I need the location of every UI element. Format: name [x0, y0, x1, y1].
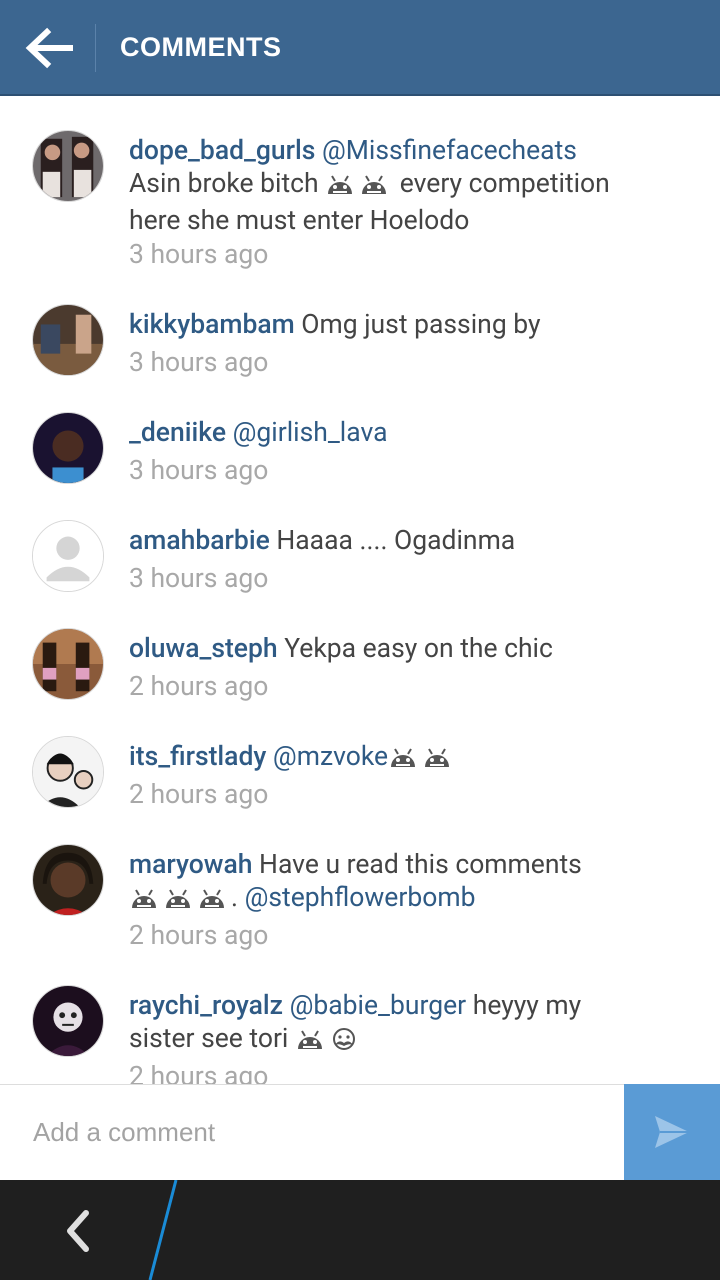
- comment-mention[interactable]: @girlish_lava: [226, 417, 388, 448]
- comment-username[interactable]: dope_bad_gurls: [129, 135, 315, 166]
- comment-timestamp: 2 hours ago: [129, 671, 269, 702]
- top-bar: COMMENTS: [0, 0, 720, 96]
- comment-username[interactable]: raychi_royalz: [129, 990, 283, 1021]
- comments-list[interactable]: dope_bad_gurls @Missfinefacecheats Asin …: [0, 96, 720, 1084]
- comment-text: amahbarbie Haaaa .... Ogadinma: [129, 524, 689, 557]
- comment-username[interactable]: kikkybambam: [129, 309, 295, 340]
- comment-body: Have u read this comments: [252, 849, 582, 880]
- system-nav-bar: [0, 1180, 720, 1280]
- android-face-emoji-icon: [422, 744, 452, 777]
- comment-username[interactable]: maryowah: [129, 849, 252, 880]
- comment-body: Asin broke bitch: [129, 168, 319, 199]
- comment-mention[interactable]: @stephflowerbomb: [245, 882, 476, 913]
- android-face-emoji-icon: [359, 171, 389, 204]
- header-divider: [95, 24, 96, 72]
- comment-mention[interactable]: @Missfinefacecheats: [322, 135, 577, 166]
- comment-body: .: [231, 882, 245, 913]
- comment-body: Omg just passing by: [294, 309, 541, 340]
- comment-body: sister see tori: [129, 1023, 289, 1054]
- comment-text: _deniike @girlish_lava: [129, 416, 689, 449]
- back-button[interactable]: [20, 22, 76, 74]
- comment-text: dope_bad_gurls @Missfinefacecheats Asin …: [129, 134, 689, 237]
- comment-text: kikkybambam Omg just passing by: [129, 308, 689, 341]
- comment-timestamp: 3 hours ago: [129, 239, 269, 270]
- avatar[interactable]: [32, 628, 104, 700]
- android-face-emoji-icon: [163, 885, 193, 918]
- comment-composer: [0, 1084, 720, 1180]
- comment-body: here she must enter Hoelodo: [129, 205, 470, 236]
- avatar[interactable]: [32, 130, 104, 202]
- comment-body: Yekpa easy on the chic: [277, 633, 553, 664]
- android-face-emoji-icon: [295, 1026, 325, 1059]
- comment-text: maryowah Have u read this comments . @st…: [129, 848, 689, 918]
- comment-body: heyyy my: [466, 990, 582, 1021]
- android-face-emoji-icon: [197, 885, 227, 918]
- comment-body: every competition: [393, 168, 610, 199]
- android-face-emoji-icon: [325, 171, 355, 204]
- comment-username[interactable]: its_firstlady: [129, 741, 266, 772]
- android-face-emoji-icon: [129, 885, 159, 918]
- android-mustache-emoji-icon: [329, 1026, 359, 1059]
- avatar[interactable]: [32, 304, 104, 376]
- comment-timestamp: 2 hours ago: [129, 920, 269, 951]
- avatar-placeholder[interactable]: [32, 520, 104, 592]
- comment-timestamp: 3 hours ago: [129, 455, 269, 486]
- avatar[interactable]: [32, 736, 104, 808]
- android-face-emoji-icon: [388, 744, 418, 777]
- back-arrow-icon: [25, 27, 73, 69]
- page-title: COMMENTS: [120, 32, 282, 62]
- chevron-left-icon: [67, 1210, 89, 1252]
- system-back-button[interactable]: [40, 1195, 110, 1265]
- comment-timestamp: 2 hours ago: [129, 779, 269, 810]
- send-icon: [655, 1116, 689, 1148]
- send-button[interactable]: [624, 1084, 720, 1180]
- comment-timestamp: 3 hours ago: [129, 347, 269, 378]
- default-user-icon: [33, 521, 103, 591]
- comment-input[interactable]: [0, 1085, 624, 1179]
- comment-username[interactable]: oluwa_steph: [129, 633, 278, 664]
- comment-text: raychi_royalz @babie_burger heyyy my sis…: [129, 989, 689, 1059]
- avatar[interactable]: [32, 985, 104, 1057]
- comment-timestamp: 2 hours ago: [129, 1061, 269, 1084]
- comment-body: Haaaa .... Ogadinma: [269, 525, 516, 556]
- avatar[interactable]: [32, 844, 104, 916]
- avatar[interactable]: [32, 412, 104, 484]
- comment-text: its_firstlady @mzvoke: [129, 740, 689, 777]
- comment-username[interactable]: amahbarbie: [129, 525, 270, 556]
- comment-mention[interactable]: @babie_burger: [283, 990, 467, 1021]
- comment-mention[interactable]: @mzvoke: [266, 741, 388, 772]
- comment-username[interactable]: _deniike: [129, 417, 226, 448]
- comment-text: oluwa_steph Yekpa easy on the chic: [129, 632, 689, 665]
- comment-timestamp: 3 hours ago: [129, 563, 269, 594]
